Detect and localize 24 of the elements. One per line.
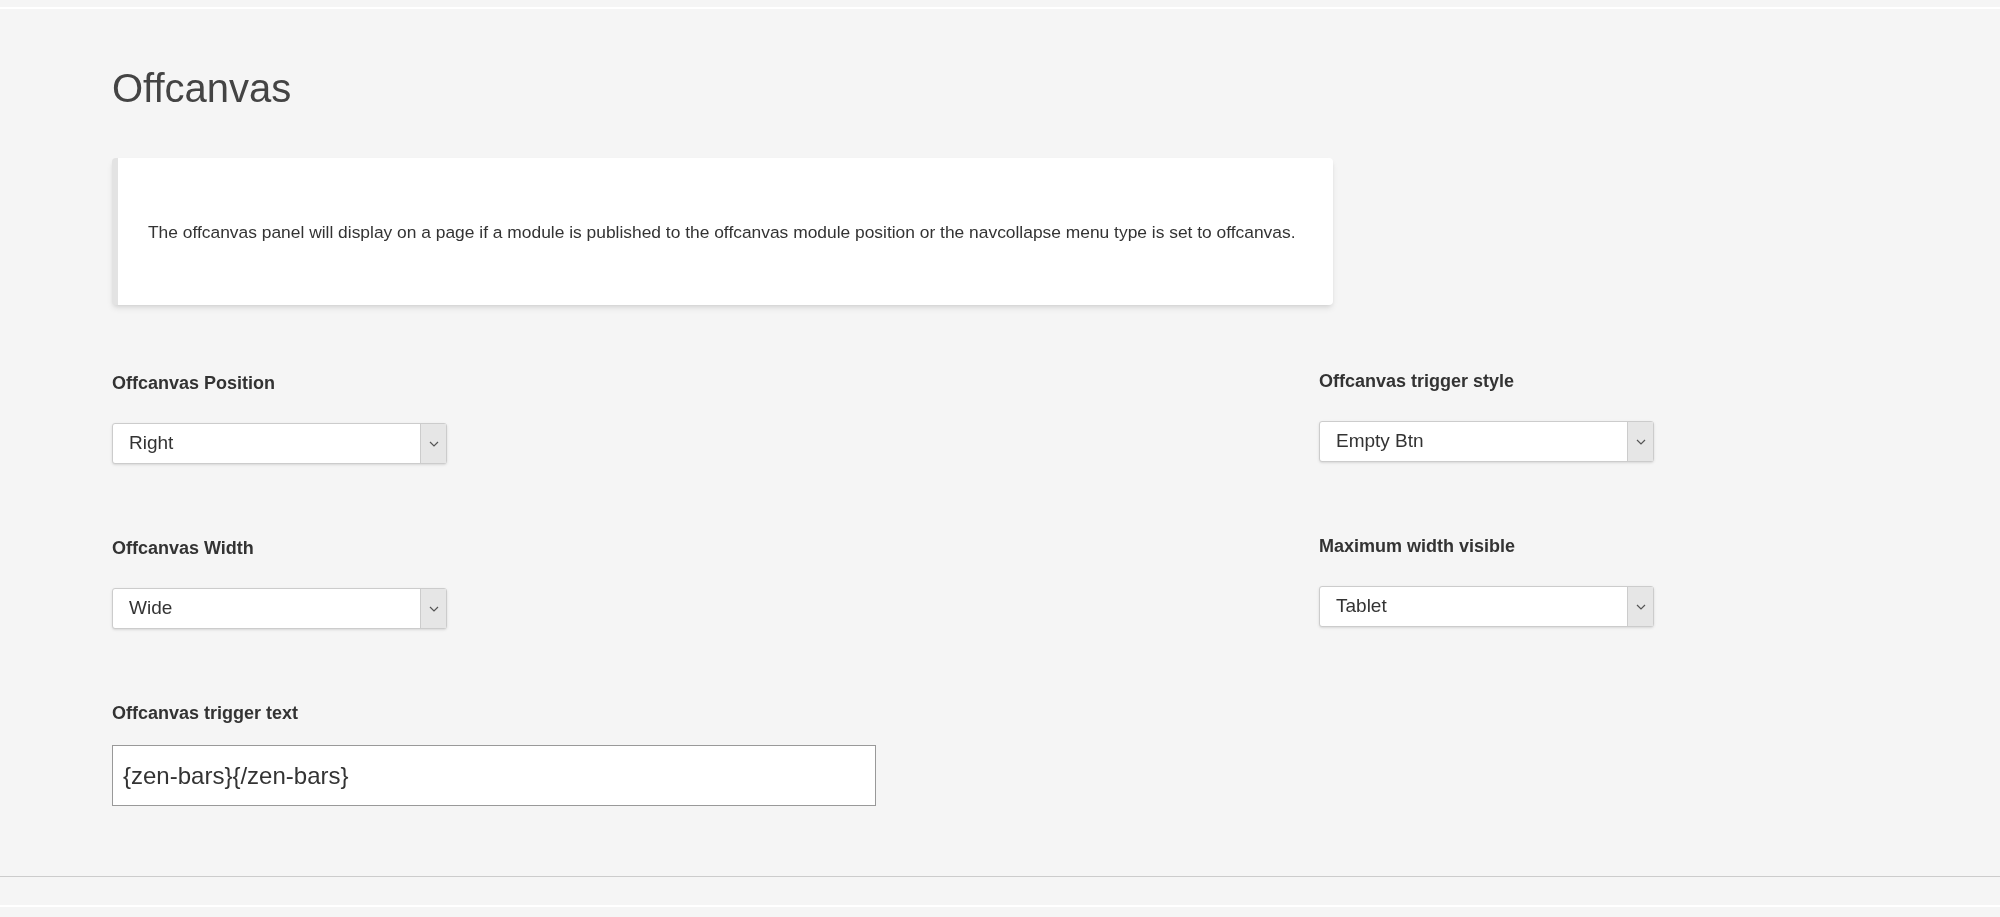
dropdown-select[interactable]: Right	[112, 423, 447, 464]
dropdown-toggle[interactable]	[420, 589, 446, 628]
select-value: Wide	[128, 596, 174, 621]
notice-text: The offcanvas panel will display on a page if a module is published to the offcanvas module position or the navcollapse menu type is set to offcanvas.	[148, 220, 1296, 244]
field-label: Offcanvas Width	[112, 537, 255, 560]
dropdown-toggle[interactable]	[1627, 587, 1653, 626]
field-label: Offcanvas Position	[112, 372, 277, 395]
chevron-down-icon	[1635, 603, 1646, 610]
select-value: Right	[128, 431, 175, 456]
chevron-down-icon	[428, 440, 439, 447]
input-field[interactable]: {zen-bars}{/zen-bars}	[112, 745, 876, 806]
dropdown-select[interactable]: Wide	[112, 588, 447, 629]
dropdown-select[interactable]: Tablet	[1319, 586, 1654, 627]
select-value: Empty Btn	[1335, 429, 1425, 454]
dropdown-toggle[interactable]	[420, 424, 446, 463]
chevron-down-icon	[428, 605, 439, 612]
field-label: Offcanvas trigger style	[1319, 370, 1516, 393]
select-value: Tablet	[1335, 594, 1388, 619]
chevron-down-icon	[1635, 438, 1646, 445]
dropdown-toggle[interactable]	[1627, 422, 1653, 461]
field-label: Maximum width visible	[1319, 535, 1517, 558]
dropdown-select[interactable]: Empty Btn	[1319, 421, 1654, 462]
page-title: Offcanvas	[112, 65, 293, 112]
field-label: Offcanvas trigger text	[112, 702, 300, 725]
